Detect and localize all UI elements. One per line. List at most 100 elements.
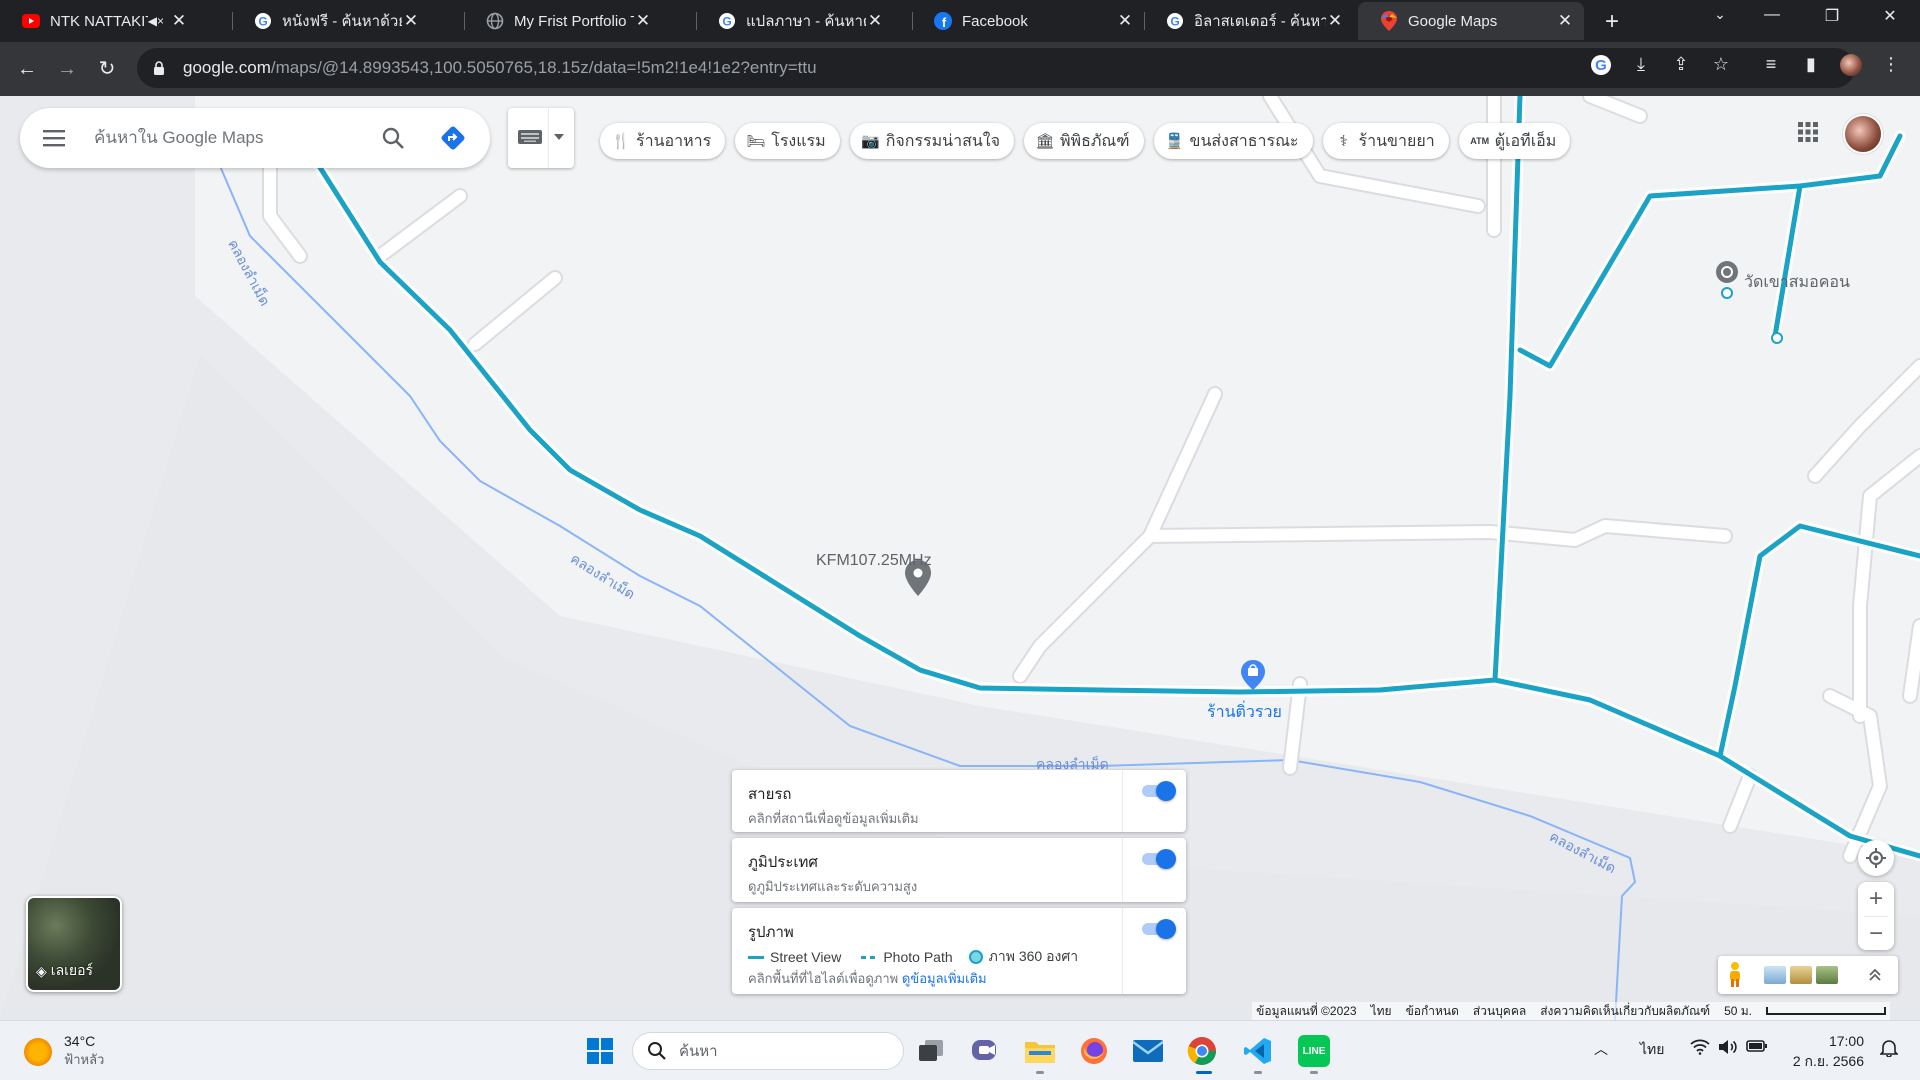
show-hidden-icons-chevron[interactable]: ︿ [1594, 1039, 1608, 1059]
chip-hotels[interactable]: 🛏 โรงแรม [735, 123, 840, 159]
mute-icon[interactable]: ◀× [148, 14, 164, 28]
pegman-icon[interactable] [1728, 962, 1742, 988]
temple-label[interactable]: วัดเขาสมอคอน [1744, 270, 1850, 295]
map-search-input[interactable] [94, 128, 364, 148]
back-button[interactable]: ← [12, 54, 42, 84]
close-tab-icon[interactable]: ✕ [866, 11, 884, 31]
taskbar-clock[interactable]: 17:00 2 ก.ย. 2566 [1784, 1031, 1864, 1071]
install-app-icon[interactable]: ⤓ [1630, 54, 1652, 76]
tab-google-maps[interactable]: Google Maps ✕ [1358, 2, 1584, 40]
close-tab-icon[interactable]: ✕ [634, 11, 652, 31]
input-language[interactable]: ไทย [1640, 1039, 1664, 1061]
terms-link[interactable]: ข้อกำหนด [1406, 1002, 1459, 1021]
chip-things-to-do[interactable]: 📷 กิจกรรมน่าสนใจ [849, 123, 1014, 159]
hazy-sun-icon [24, 1037, 52, 1066]
profile-avatar[interactable] [1840, 54, 1862, 76]
tab-youtube[interactable]: NTK NATTAKIT - Y ◀× ✕ [0, 2, 198, 40]
svg-text:G: G [1595, 57, 1607, 74]
share-icon[interactable]: ⇪ [1670, 54, 1692, 76]
transit-toggle[interactable] [1138, 780, 1176, 801]
scale-label[interactable]: 50 ม. [1724, 1002, 1752, 1021]
mail-icon[interactable] [1132, 1035, 1164, 1067]
language-link[interactable]: ไทย [1371, 1002, 1392, 1021]
photos-toggle[interactable] [1138, 918, 1176, 939]
hamburger-menu-icon[interactable] [40, 128, 70, 148]
layer-title: ภูมิประเทศ [748, 854, 818, 871]
notifications-icon[interactable] [1879, 1039, 1899, 1060]
learn-more-link[interactable]: ดูข้อมูลเพิ่มเติม [902, 971, 987, 986]
volume-icon[interactable] [1718, 1039, 1738, 1058]
account-avatar[interactable] [1843, 114, 1883, 154]
privacy-link[interactable]: ส่วนบุคคล [1473, 1002, 1526, 1021]
radio-station-label[interactable]: KFM107.25MHz [816, 552, 932, 570]
shop-label[interactable]: ร้านติ่วรวย [1207, 700, 1282, 725]
google-icon: G [254, 12, 272, 30]
photo-thumb-3[interactable] [1816, 966, 1838, 984]
task-view-icon[interactable] [916, 1035, 948, 1067]
tab-facebook[interactable]: f Facebook ✕ [912, 2, 1144, 40]
tab-search-icon[interactable]: ⌄ [1700, 6, 1740, 23]
chrome-menu-icon[interactable]: ⋮ [1880, 54, 1902, 76]
reload-button[interactable]: ↻ [92, 54, 122, 84]
bookmark-star-icon[interactable]: ☆ [1710, 54, 1732, 76]
temple-pin [1716, 261, 1738, 299]
new-tab-button[interactable]: + [1598, 8, 1626, 36]
forward-button[interactable]: → [52, 54, 82, 84]
chip-atms[interactable]: ATM ตู้เอทีเอ็ม [1458, 123, 1571, 159]
weather-widget[interactable]: 34°C ฟ้าหลัว [24, 1033, 104, 1070]
search-icon[interactable] [380, 125, 406, 151]
svg-text:f: f [942, 15, 947, 30]
chrome-icon[interactable] [1186, 1035, 1218, 1067]
close-tab-icon[interactable]: ✕ [1556, 11, 1574, 31]
tab-strip: NTK NATTAKIT - Y ◀× ✕ G หนังฟรี - ค้นหาด… [0, 0, 1920, 42]
svg-text:G: G [1170, 15, 1179, 29]
close-tab-icon[interactable]: ✕ [402, 11, 420, 31]
close-tab-icon[interactable]: ✕ [1116, 11, 1134, 31]
chip-transit[interactable]: 🚆 ขนส่งสาธารณะ [1153, 123, 1313, 159]
google-maps-icon [1380, 11, 1398, 31]
camera-icon: 📷 [861, 133, 881, 150]
line-app-icon[interactable]: LINE [1298, 1035, 1330, 1067]
close-window-button[interactable]: ✕ [1870, 6, 1910, 26]
media-control-icon[interactable]: ≡ [1760, 54, 1782, 76]
tab-translate[interactable]: G แปลภาษา - ค้นหาด้วย Go ✕ [696, 2, 894, 40]
side-panel-icon[interactable]: ▮ [1800, 54, 1822, 76]
zoom-out-button[interactable]: − [1858, 917, 1894, 951]
tab-free-movies[interactable]: G หนังฟรี - ค้นหาด้วย Goo ✕ [232, 2, 430, 40]
layers-button[interactable]: ◈ เลเยอร์ [26, 896, 122, 992]
file-explorer-icon[interactable] [1024, 1035, 1056, 1067]
firefox-icon[interactable] [1078, 1035, 1110, 1067]
minimize-button[interactable]: — [1752, 6, 1792, 24]
taskbar-search[interactable]: ค้นหา [632, 1032, 904, 1070]
layer-desc: ดูภูมิประเทศและระดับความสูง [748, 879, 918, 894]
layer-card-terrain[interactable]: ภูมิประเทศ ดูภูมิประเทศและระดับความสูง [732, 838, 1186, 902]
restore-button[interactable]: ❐ [1812, 6, 1852, 26]
photo-thumb-1[interactable] [1764, 966, 1786, 984]
wifi-icon[interactable] [1690, 1039, 1710, 1058]
google-lens-icon[interactable]: G [1590, 54, 1612, 76]
tab-portfolio[interactable]: My Frist Portfolio Tem ✕ [464, 2, 662, 40]
battery-icon[interactable] [1746, 1039, 1768, 1056]
map-canvas[interactable]: KFM107.25MHz ร้านติ่วรวย วัดเขาสมอคอน คล… [0, 96, 1920, 1020]
my-location-button[interactable] [1858, 840, 1894, 876]
directions-icon[interactable] [440, 125, 466, 151]
layer-card-transit[interactable]: สายรถ คลิกที่สถานีเพื่อดูข้อมูลเพิ่มเติม [732, 770, 1186, 832]
close-tab-icon[interactable]: ✕ [1326, 11, 1344, 31]
google-apps-icon[interactable] [1796, 120, 1820, 144]
chip-pharmacies[interactable]: ⚕ ร้านขายยา [1322, 123, 1449, 159]
tab-title: NTK NATTAKIT - Y [50, 12, 148, 30]
chip-museums[interactable]: 🏛 พิพิธภัณฑ์ [1023, 123, 1144, 159]
layer-card-photos[interactable]: รูปภาพ Street View Photo Path ภาพ 360 อง… [732, 908, 1186, 994]
chip-restaurants[interactable]: 🍴 ร้านอาหาร [600, 123, 726, 159]
windows-start-icon[interactable] [584, 1035, 616, 1067]
photo-thumb-2[interactable] [1790, 966, 1812, 984]
zoom-in-button[interactable]: + [1858, 882, 1894, 916]
expand-icon[interactable] [1868, 968, 1882, 982]
terrain-toggle[interactable] [1138, 848, 1176, 869]
input-tools-button[interactable] [508, 108, 574, 168]
close-tab-icon[interactable]: ✕ [170, 11, 188, 31]
vscode-icon[interactable] [1242, 1035, 1274, 1067]
feedback-link[interactable]: ส่งความคิดเห็นเกี่ยวกับผลิตภัณฑ์ [1540, 1002, 1710, 1021]
teams-chat-icon[interactable] [970, 1035, 1002, 1067]
tab-illustrator[interactable]: G อิลาสเตเตอร์ - ค้นหาด้วย ✕ [1144, 2, 1354, 40]
